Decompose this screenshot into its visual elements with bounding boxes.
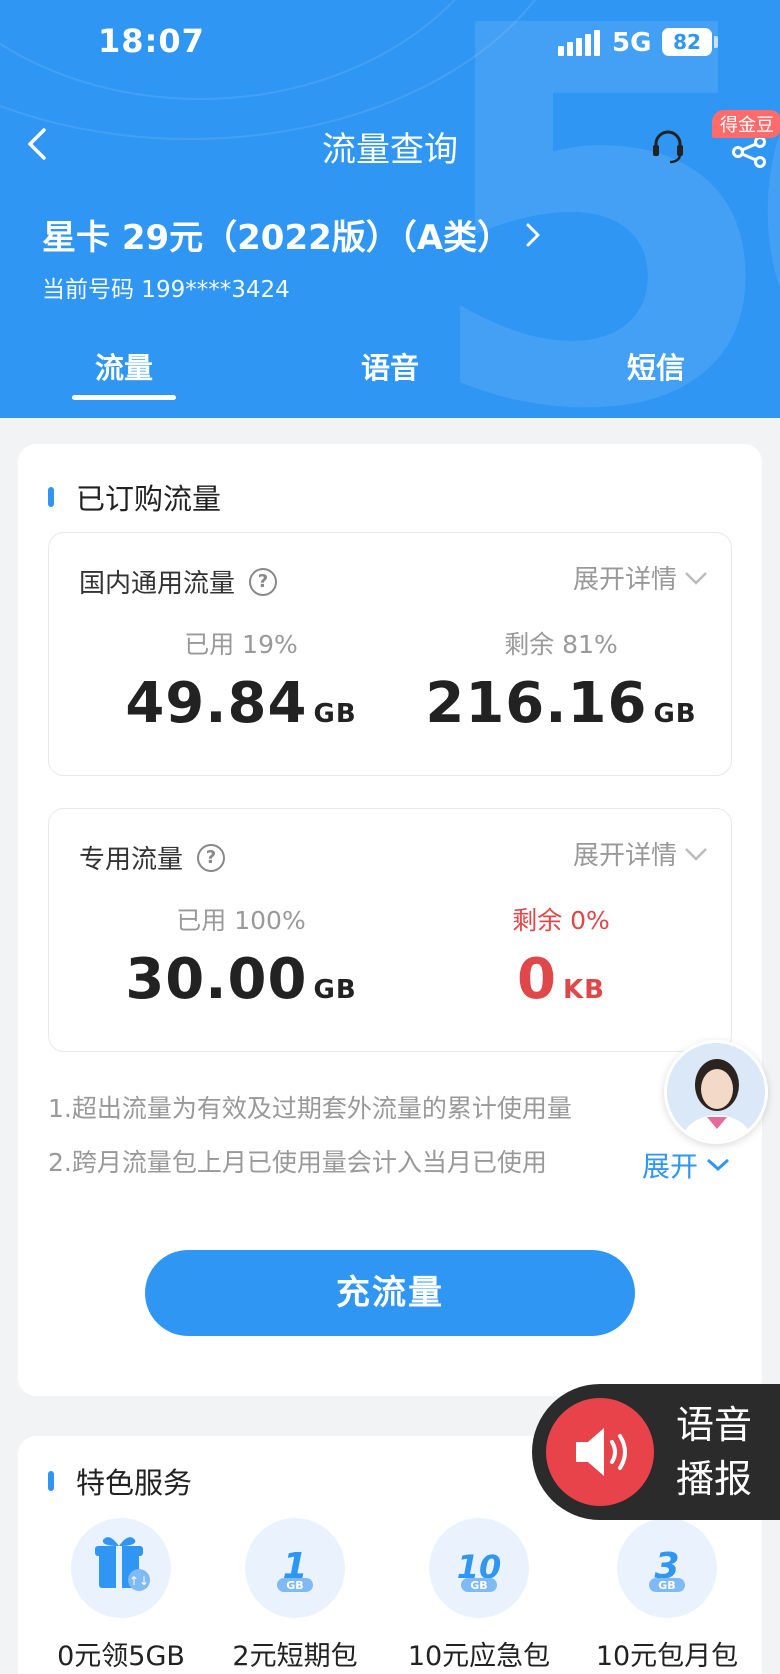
chevron-right-icon: [526, 223, 540, 246]
section-title-services: 特色服务: [48, 1460, 192, 1502]
remaining-unit: GB: [653, 699, 697, 729]
1gb-icon: 1 GB: [245, 1518, 345, 1618]
voice-label-line2: 播报: [676, 1457, 753, 1501]
recharge-data-button[interactable]: 充流量: [145, 1250, 635, 1336]
tab-sms[interactable]: 短信: [576, 345, 736, 387]
remaining-label: 剩余 81%: [504, 630, 618, 659]
badge-unit: GB: [658, 1579, 675, 1592]
service-label: 10元应急包: [407, 1641, 551, 1672]
help-icon[interactable]: ?: [249, 567, 278, 596]
signal-icon: [558, 30, 600, 56]
used-unit: GB: [313, 699, 357, 729]
3gb-icon: 3 GB: [617, 1518, 717, 1618]
status-time: 18:07: [98, 22, 205, 60]
header: 5G 18:07 5G 82 流量查询 得金豆 星卡 29元（2022版）（A类…: [0, 0, 780, 418]
expand-details-label: 展开详情: [572, 841, 677, 871]
10gb-icon: 10 GB: [429, 1518, 529, 1618]
assistant-portrait-icon: [667, 1043, 765, 1141]
used-unit: GB: [313, 975, 357, 1005]
used-metric: 已用 100% 30.00 GB: [91, 901, 391, 1012]
section-title-subscribed: 已订购流量: [48, 476, 221, 518]
section-title-text: 特色服务: [76, 1466, 193, 1500]
service-emergency-pack[interactable]: 10 GB 10元应急包: [386, 1518, 572, 1673]
remaining-unit: KB: [563, 975, 605, 1005]
battery-icon: 82: [662, 28, 712, 56]
service-label: 2元短期包: [232, 1641, 358, 1672]
chevron-down-icon: [685, 571, 707, 585]
speaker-icon[interactable]: [546, 1398, 654, 1506]
remaining-amount: 216.16: [425, 671, 648, 736]
tab-voice[interactable]: 语音: [310, 345, 470, 387]
plan-name: 星卡 29元（2022版）（A类）: [42, 218, 512, 258]
battery-tip: [714, 36, 718, 48]
plan-selector[interactable]: 星卡 29元（2022版）（A类）: [42, 210, 543, 259]
used-amount: 49.84: [125, 671, 308, 736]
dedicated-data-title: 专用流量: [79, 845, 184, 875]
remaining-amount: 0: [517, 947, 557, 1012]
navbar: 流量查询 得金豆: [0, 110, 780, 180]
domestic-data-label: 国内通用流量 ?: [79, 563, 278, 600]
used-metric: 已用 19% 49.84 GB: [91, 625, 391, 736]
chevron-down-icon: [685, 847, 707, 861]
chevron-down-icon: [707, 1158, 730, 1172]
voice-broadcast-float[interactable]: 语音 播报: [532, 1384, 780, 1520]
used-value: 30.00 GB: [91, 947, 391, 1012]
battery-level: 82: [673, 30, 701, 54]
note-line-1: 1.超出流量为有效及过期套外流量的累计使用量: [48, 1094, 572, 1123]
help-icon[interactable]: ?: [197, 843, 226, 872]
voice-label-line1: 语音: [676, 1403, 753, 1447]
network-type: 5G: [612, 28, 652, 58]
badge-unit: GB: [470, 1579, 487, 1592]
remaining-metric: 剩余 81% 216.16 GB: [411, 625, 711, 736]
dedicated-data-label: 专用流量 ?: [79, 839, 226, 876]
remaining-label: 剩余 0%: [512, 906, 610, 935]
expand-details-label: 展开详情: [572, 565, 677, 595]
virtual-assistant-avatar[interactable]: [664, 1040, 768, 1144]
status-bar: 18:07 5G 82: [0, 0, 780, 90]
section-marker: [48, 487, 54, 507]
active-tab-indicator: [72, 395, 176, 400]
service-label: 0元领5GB: [57, 1641, 185, 1672]
note-line-2: 2.跨月流量包上月已使用量会计入当月已使用: [48, 1148, 547, 1177]
domestic-data-panel: 国内通用流量 ? 展开详情 已用 19% 49.84 GB 剩余 81% 216.…: [48, 532, 732, 776]
service-monthly-pack[interactable]: 3 GB 10元包月包: [574, 1518, 760, 1673]
voice-broadcast-label: 语音 播报: [676, 1398, 752, 1506]
svg-text:↑↓: ↑↓: [129, 1574, 149, 1588]
used-value: 49.84 GB: [91, 671, 391, 736]
expand-notes-label: 展开: [642, 1150, 699, 1183]
service-short-term-pack[interactable]: 1 GB 2元短期包: [202, 1518, 388, 1673]
badge-unit: GB: [286, 1579, 303, 1592]
customer-service-icon[interactable]: [648, 126, 688, 166]
current-phone-number: 当前号码 199****3424: [42, 277, 290, 303]
domestic-data-title: 国内通用流量: [79, 569, 236, 599]
tab-data[interactable]: 流量: [44, 345, 204, 387]
remaining-value: 216.16 GB: [411, 671, 711, 736]
used-label: 已用 19%: [184, 630, 298, 659]
expand-notes-link[interactable]: 展开: [640, 1145, 733, 1185]
usage-tabs: 流量 语音 短信: [0, 345, 780, 415]
used-label: 已用 100%: [176, 906, 306, 935]
section-title-text: 已订购流量: [76, 482, 222, 516]
expand-details-button[interactable]: 展开详情: [573, 835, 709, 872]
gold-bean-badge[interactable]: 得金豆: [712, 110, 780, 138]
dedicated-data-panel: 专用流量 ? 展开详情 已用 100% 30.00 GB 剩余 0% 0 KB: [48, 808, 732, 1052]
expand-details-button[interactable]: 展开详情: [573, 559, 709, 596]
service-free-5gb[interactable]: ↑↓ 0元领5GB: [28, 1518, 214, 1673]
used-amount: 30.00: [125, 947, 308, 1012]
service-label: 10元包月包: [595, 1641, 739, 1672]
gift-icon: ↑↓: [71, 1518, 171, 1618]
section-marker: [48, 1471, 54, 1491]
remaining-metric: 剩余 0% 0 KB: [411, 901, 711, 1012]
remaining-value: 0 KB: [411, 947, 711, 1012]
